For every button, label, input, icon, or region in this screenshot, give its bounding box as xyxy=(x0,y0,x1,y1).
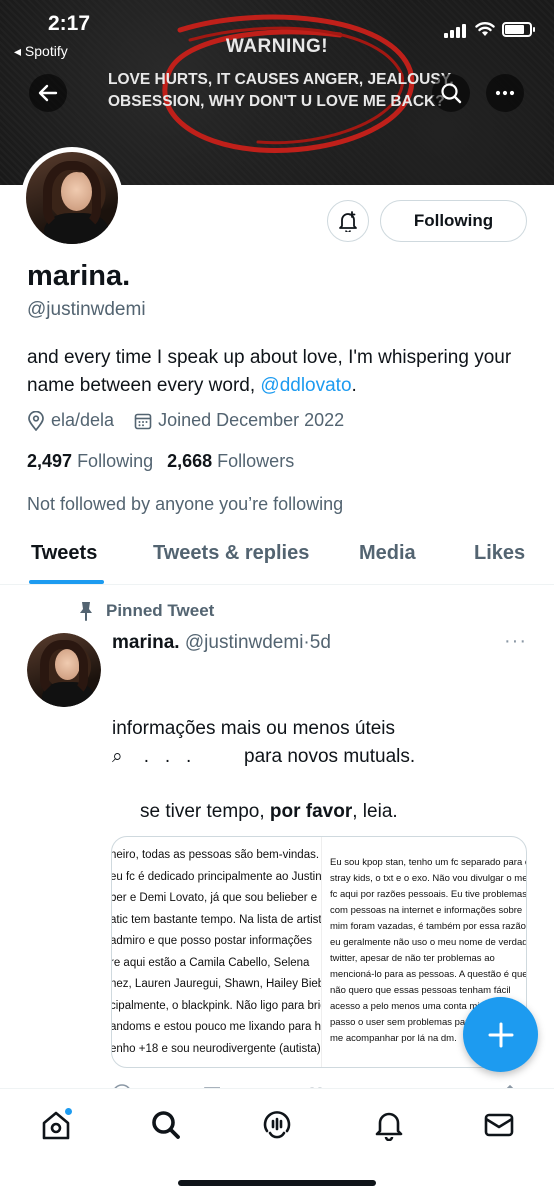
tweet-more-button[interactable]: ··· xyxy=(504,630,527,653)
nav-notifications[interactable] xyxy=(369,1105,409,1145)
compose-tweet-button[interactable] xyxy=(463,997,538,1072)
plus-icon xyxy=(488,1022,513,1047)
search-icon xyxy=(441,83,462,104)
media-left-text-line: enho +18 e sou neurodivergente (autista)… xyxy=(112,1042,322,1055)
back-to-app-link[interactable]: ◂ Spotify xyxy=(14,43,68,60)
not-followed-notice: Not followed by anyone you’re following xyxy=(27,494,344,514)
banner-text-line-2: OBSESSION, WHY DON'T U LOVE ME BACK? xyxy=(108,93,445,110)
profile-display-name: marina. xyxy=(27,260,131,292)
tweet-age: 5d xyxy=(309,632,331,653)
spaces-icon xyxy=(263,1111,291,1139)
pronouns-text: ela/dela xyxy=(51,410,115,430)
media-left-text-line: cipalmente, o blackpink. Não ligo para b… xyxy=(112,999,322,1012)
media-left-text-line: neiro, todas as pessoas são bem-vindas. xyxy=(112,849,320,861)
wifi-icon xyxy=(475,22,495,36)
bell-add-icon xyxy=(339,211,357,232)
more-horizontal-icon xyxy=(495,90,515,96)
media-left-text-line: admiro e que posso postar informações xyxy=(112,935,312,947)
avatar-photo xyxy=(26,152,118,244)
tab-likes[interactable]: Likes xyxy=(474,542,525,565)
battery-icon xyxy=(502,21,535,37)
media-left-text-line: atic tem bastante tempo. Na lista de art… xyxy=(112,913,322,926)
media-right-text-line: eu geralmente não uso o meu nome de verd… xyxy=(330,937,527,948)
follow-counts: 2,497 Following 2,668 Followers xyxy=(27,451,294,472)
media-right-text-line: mencioná-lo para as pessoas. A questão é… xyxy=(330,969,527,980)
media-image-left: neiro, todas as pessoas são bem-vindas. e… xyxy=(112,837,322,1067)
tab-media[interactable]: Media xyxy=(359,542,416,565)
tab-tweets-replies[interactable]: Tweets & replies xyxy=(153,542,309,565)
following-count-link[interactable]: 2,497 Following xyxy=(27,451,153,472)
pin-icon xyxy=(80,602,92,621)
media-left-text-line: nez, Lauren Jauregui, Shawn, Hailey Bieb… xyxy=(112,978,322,990)
media-left-text-line: re aqui estão a Camila Cabello, Selena xyxy=(112,956,310,969)
banner-warning-text: WARNING! xyxy=(225,36,329,57)
bell-icon xyxy=(375,1112,403,1141)
following-button[interactable]: Following xyxy=(380,200,527,242)
tweet-header: marina. @justinwdemi·5d xyxy=(112,632,331,654)
calendar-icon xyxy=(134,413,152,429)
notifications-toggle-button[interactable] xyxy=(327,200,369,242)
status-icons xyxy=(444,20,535,38)
cellular-signal-icon xyxy=(444,20,468,38)
media-right-text-line: com pessoas na internet e informações so… xyxy=(330,905,523,916)
media-left-text-line: ber e Demi Lovato, já que sou belieber e xyxy=(112,892,318,904)
home-indicator xyxy=(178,1180,376,1186)
tweet-text-line-2: ⌕ . . . para novos mutuals. xyxy=(112,746,416,767)
tweet-author-handle: @justinwdemi xyxy=(184,632,304,653)
arrow-left-icon xyxy=(38,84,58,102)
profile-handle: @justinwdemi xyxy=(27,299,146,320)
tweet-text-line-1: informações mais ou menos úteis xyxy=(112,718,396,739)
tab-tweets[interactable]: Tweets xyxy=(31,542,97,565)
back-button[interactable] xyxy=(29,74,67,112)
tweet-text-line-3: se tiver tempo, por favor, leia. xyxy=(140,801,398,822)
pinned-tweet-label: Pinned Tweet xyxy=(78,601,214,621)
status-time: 2:17 xyxy=(48,12,91,35)
media-left-text-line: andoms e estou pouco me lixando para ha xyxy=(112,1021,322,1033)
profile-tabs: Tweets Tweets & replies Media Likes xyxy=(0,530,554,585)
profile-bio: and every time I speak up about love, I'… xyxy=(27,344,537,400)
nav-messages[interactable] xyxy=(479,1105,519,1145)
search-icon xyxy=(152,1111,180,1139)
media-right-text-line: fc aqui por razões pessoais. Eu tive pro… xyxy=(330,889,527,900)
more-options-button[interactable] xyxy=(486,74,524,112)
joined-date-text: Joined December 2022 xyxy=(158,410,345,430)
tweet-author-avatar[interactable] xyxy=(27,633,101,707)
nav-search[interactable] xyxy=(146,1105,186,1145)
location-pin-icon xyxy=(28,410,44,431)
joined-date-item: Joined December 2022 xyxy=(134,410,344,431)
nav-home[interactable] xyxy=(36,1105,76,1145)
bio-end: . xyxy=(351,375,357,396)
media-right-text-line: stray kids, o txt e o exo. Não vou divul… xyxy=(330,873,527,884)
followers-count-link[interactable]: 2,668 Followers xyxy=(167,451,294,472)
mail-icon xyxy=(484,1113,514,1137)
media-right-text-line: mim foram vazadas, é também por essa raz… xyxy=(330,921,527,932)
media-right-text-line: twitter, apesar de não ter problemas ao xyxy=(330,953,495,964)
active-tab-indicator xyxy=(29,580,104,584)
profile-meta: ela/dela Joined December 2022 xyxy=(27,410,364,431)
nav-spaces[interactable] xyxy=(257,1105,297,1145)
home-notification-dot xyxy=(64,1107,73,1116)
pronouns-item: ela/dela xyxy=(27,410,114,431)
search-profile-button[interactable] xyxy=(432,74,470,112)
avatar-photo xyxy=(27,633,101,707)
bio-mention-link[interactable]: @ddlovato xyxy=(260,375,351,396)
media-left-text-line: eu fc é dedicado principalmente ao Justi… xyxy=(112,870,322,883)
media-right-text-line: Eu sou kpop stan, tenho um fc separado p… xyxy=(330,857,527,868)
tweet-author-name[interactable]: marina. xyxy=(112,632,180,653)
profile-avatar[interactable] xyxy=(21,147,123,249)
banner-text-line-1: LOVE HURTS, IT CAUSES ANGER, JEALOUSY, xyxy=(108,71,454,88)
